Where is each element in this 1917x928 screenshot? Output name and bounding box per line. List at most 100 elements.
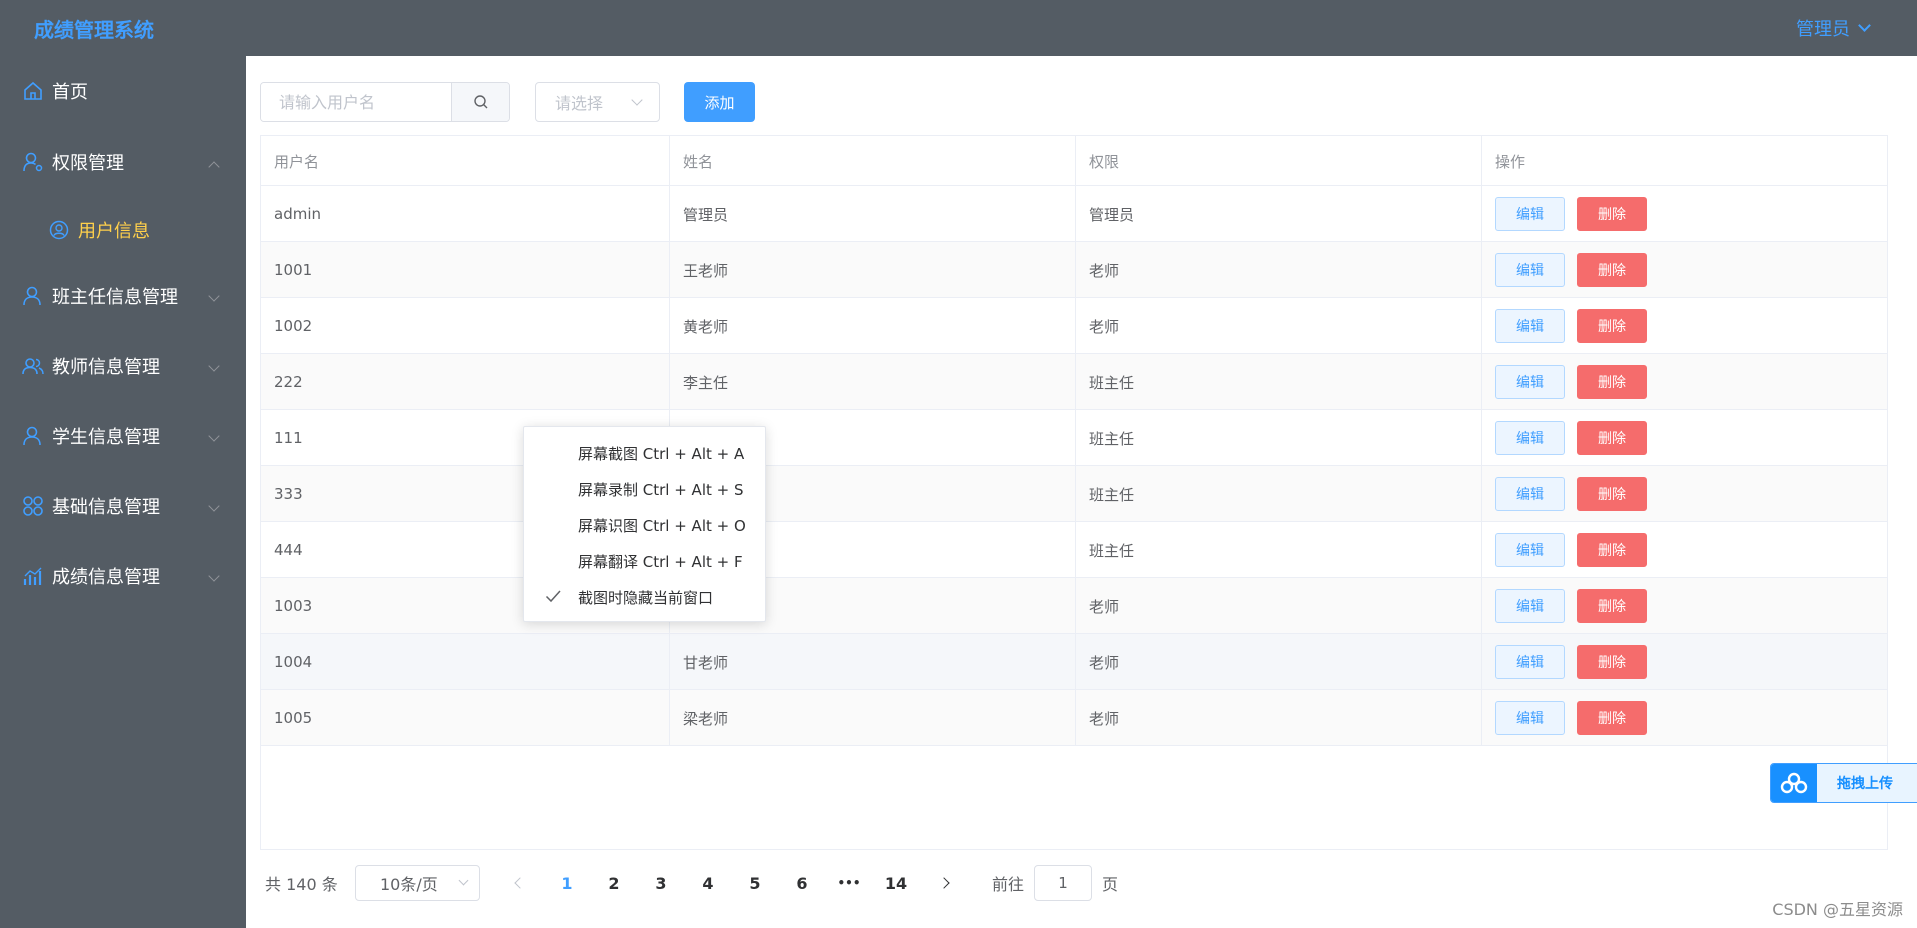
menu-item-screen-ocr[interactable]: 屏幕识图 Ctrl + Alt + O xyxy=(524,507,765,543)
more-pages-icon[interactable]: ••• xyxy=(831,864,867,902)
edit-button[interactable]: 编辑 xyxy=(1495,197,1565,231)
grid-icon xyxy=(22,495,44,517)
cell-actions: 编辑 删除 xyxy=(1482,242,1887,298)
role-select[interactable]: 请选择 xyxy=(535,82,660,122)
chevron-down-icon xyxy=(1858,19,1871,32)
sidebar-item-label: 教师信息管理 xyxy=(52,357,160,378)
menu-item-label: 屏幕识图 Ctrl + Alt + O xyxy=(578,516,746,535)
chevron-down-icon xyxy=(208,570,220,582)
sidebar-item-label: 成绩信息管理 xyxy=(52,567,160,588)
table-row: 1004 甘老师 老师 编辑 删除 xyxy=(261,634,1887,690)
sidebar-item-label: 基础信息管理 xyxy=(52,497,160,518)
sidebar: 首页 权限管理 用户信息 班主任信息管理 教师信息管理 学生信息管理 基础信息管… xyxy=(0,56,246,928)
goto-page-input[interactable] xyxy=(1034,865,1093,901)
delete-button[interactable]: 删除 xyxy=(1577,421,1647,455)
cell-name: 梁老师 xyxy=(670,690,1076,746)
sidebar-item-grades[interactable]: 成绩信息管理 xyxy=(0,548,246,604)
sidebar-item-user-info[interactable]: 用户信息 xyxy=(0,202,246,258)
column-header-username: 用户名 xyxy=(261,136,670,186)
sidebar-item-label: 首页 xyxy=(52,82,88,103)
cell-role: 班主任 xyxy=(1076,410,1482,466)
cell-name: 王老师 xyxy=(670,242,1076,298)
page-number[interactable]: 4 xyxy=(690,864,726,902)
cloud-icon xyxy=(1771,764,1817,802)
delete-button[interactable]: 删除 xyxy=(1577,253,1647,287)
edit-button[interactable]: 编辑 xyxy=(1495,365,1565,399)
delete-button[interactable]: 删除 xyxy=(1577,477,1647,511)
edit-button[interactable]: 编辑 xyxy=(1495,309,1565,343)
search-button[interactable] xyxy=(451,83,509,121)
menu-item-screen-record[interactable]: 屏幕录制 Ctrl + Alt + S xyxy=(524,471,765,507)
delete-button[interactable]: 删除 xyxy=(1577,365,1647,399)
sidebar-item-teacher[interactable]: 教师信息管理 xyxy=(0,338,246,394)
edit-button[interactable]: 编辑 xyxy=(1495,701,1565,735)
page-number[interactable]: 6 xyxy=(784,864,820,902)
chevron-down-icon xyxy=(208,360,220,372)
table-row: 1003 老师 编辑 删除 xyxy=(261,578,1887,634)
cell-name: 李主任 xyxy=(670,354,1076,410)
table-header: 用户名 姓名 权限 操作 xyxy=(261,136,1887,186)
chevron-down-icon xyxy=(631,94,643,106)
cell-name: 甘老师 xyxy=(670,634,1076,690)
menu-item-screen-translate[interactable]: 屏幕翻译 Ctrl + Alt + F xyxy=(524,543,765,579)
select-placeholder: 请选择 xyxy=(555,94,604,113)
drag-upload-widget[interactable]: 拖拽上传 xyxy=(1770,763,1917,803)
page-number[interactable]: 5 xyxy=(737,864,773,902)
sidebar-item-home[interactable]: 首页 xyxy=(0,63,246,119)
page-number[interactable]: 2 xyxy=(596,864,632,902)
checkmark-icon xyxy=(545,590,561,603)
sidebar-item-basic[interactable]: 基础信息管理 xyxy=(0,478,246,534)
edit-button[interactable]: 编辑 xyxy=(1495,589,1565,623)
user-menu[interactable]: 管理员 xyxy=(1796,15,1871,41)
edit-button[interactable]: 编辑 xyxy=(1495,533,1565,567)
menu-item-label: 屏幕录制 Ctrl + Alt + S xyxy=(578,480,744,499)
delete-button[interactable]: 删除 xyxy=(1577,309,1647,343)
cell-role: 老师 xyxy=(1076,578,1482,634)
cell-name: 管理员 xyxy=(670,186,1076,242)
home-icon xyxy=(22,80,44,102)
page-size-value: 10条/页 xyxy=(380,875,438,894)
next-page-button[interactable] xyxy=(929,864,959,902)
delete-button[interactable]: 删除 xyxy=(1577,645,1647,679)
add-button[interactable]: 添加 xyxy=(684,82,755,122)
sidebar-item-permissions[interactable]: 权限管理 xyxy=(0,134,246,190)
page-number[interactable]: 1 xyxy=(549,864,585,902)
page-number[interactable]: 3 xyxy=(643,864,679,902)
column-header-role: 权限 xyxy=(1076,136,1482,186)
cell-username: 1002 xyxy=(261,298,670,354)
delete-button[interactable]: 删除 xyxy=(1577,533,1647,567)
column-header-actions: 操作 xyxy=(1495,152,1526,171)
context-menu: 屏幕截图 Ctrl + Alt + A 屏幕录制 Ctrl + Alt + S … xyxy=(523,426,766,622)
cell-role: 老师 xyxy=(1076,298,1482,354)
delete-button[interactable]: 删除 xyxy=(1577,701,1647,735)
chevron-left-icon xyxy=(514,877,526,889)
page-number[interactable]: 14 xyxy=(878,864,914,902)
prev-page-button[interactable] xyxy=(505,864,535,902)
user-table: 用户名 姓名 权限 操作 admin 管理员 管理员 编辑 删除 1001 王老师… xyxy=(260,135,1888,850)
edit-button[interactable]: 编辑 xyxy=(1495,421,1565,455)
pagination: 共 140 条 10条/页 1 2 3 4 5 6 ••• 14 前往 页 xyxy=(265,864,1165,902)
menu-item-hide-window[interactable]: 截图时隐藏当前窗口 xyxy=(524,579,765,615)
cell-username: 1005 xyxy=(261,690,670,746)
edit-button[interactable]: 编辑 xyxy=(1495,253,1565,287)
cell-actions: 编辑 删除 xyxy=(1482,354,1887,410)
table-row: 222 李主任 班主任 编辑 删除 xyxy=(261,354,1887,410)
sidebar-item-head-teacher[interactable]: 班主任信息管理 xyxy=(0,268,246,324)
edit-button[interactable]: 编辑 xyxy=(1495,477,1565,511)
delete-button[interactable]: 删除 xyxy=(1577,589,1647,623)
sidebar-item-label: 权限管理 xyxy=(52,153,124,174)
edit-button[interactable]: 编辑 xyxy=(1495,645,1565,679)
watermark: CSDN @五星资源 xyxy=(1772,900,1903,919)
page-size-select[interactable]: 10条/页 xyxy=(355,865,480,901)
chevron-down-icon xyxy=(208,290,220,302)
cell-name: 黄老师 xyxy=(670,298,1076,354)
delete-button[interactable]: 删除 xyxy=(1577,197,1647,231)
users-icon xyxy=(22,355,44,377)
user-key-icon xyxy=(22,151,44,173)
cell-role: 老师 xyxy=(1076,634,1482,690)
chevron-up-icon xyxy=(208,161,220,173)
search-input[interactable] xyxy=(261,83,451,121)
menu-item-screenshot[interactable]: 屏幕截图 Ctrl + Alt + A xyxy=(524,435,765,471)
top-header: 成绩管理系统 管理员 xyxy=(0,0,1917,56)
sidebar-item-student[interactable]: 学生信息管理 xyxy=(0,408,246,464)
